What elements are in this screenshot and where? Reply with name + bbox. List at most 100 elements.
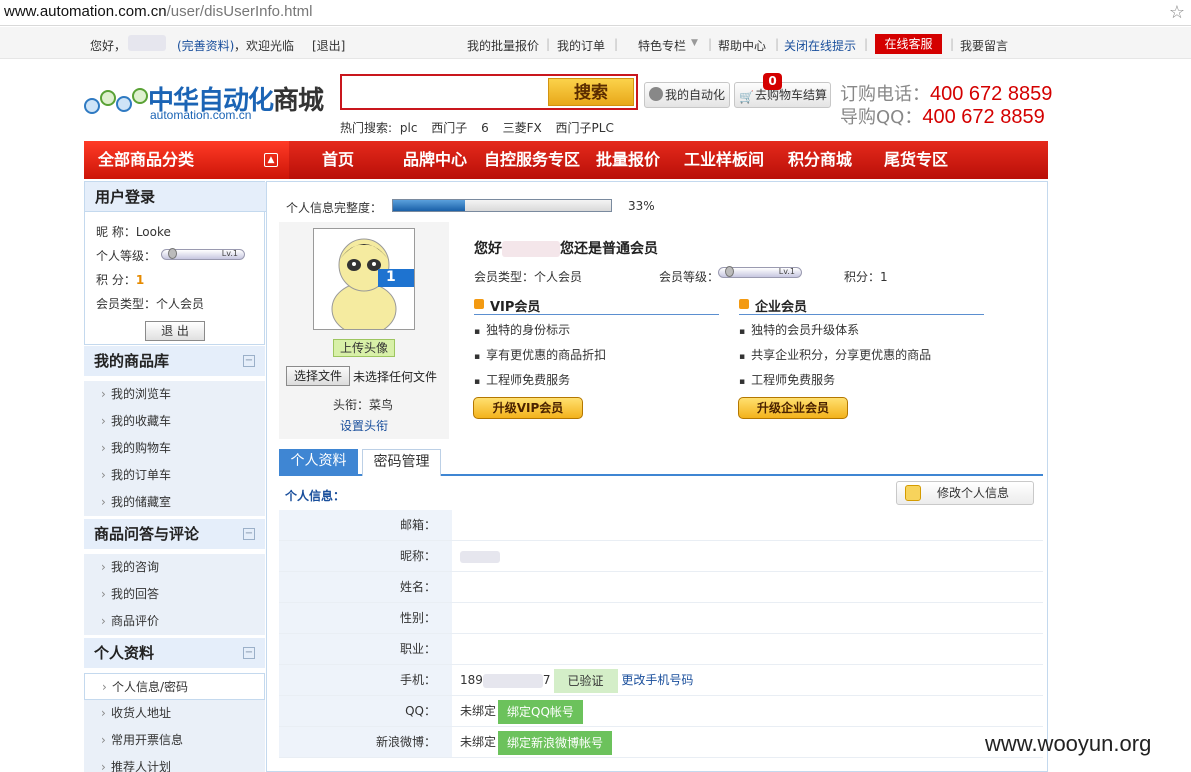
sidebar-item-order-cart[interactable]: 我的订单车	[84, 462, 265, 489]
nav-item-control-services[interactable]: 自控服务专区	[484, 141, 580, 179]
collapse-icon[interactable]: −	[243, 528, 255, 540]
collapse-icon[interactable]: −	[243, 355, 255, 367]
help-center-link[interactable]: 帮助中心	[718, 37, 766, 54]
separator: |	[864, 37, 869, 51]
info-row-email: 邮箱：	[279, 510, 1043, 541]
upgrade-enterprise-button[interactable]: 升级企业会员	[738, 397, 848, 419]
my-orders-link[interactable]: 我的订单	[557, 37, 605, 54]
url-domain: www.automation.com.cn	[4, 3, 167, 20]
sidebar-item-address[interactable]: 收货人地址	[84, 700, 265, 727]
set-title-link[interactable]: 设置头衔	[340, 417, 388, 434]
welcome-text: ，欢迎光临	[234, 39, 295, 53]
sidebar-item-favorites[interactable]: 我的收藏车	[84, 408, 265, 435]
tab-personal-info[interactable]: 个人资料	[279, 449, 358, 476]
bind-qq-button[interactable]: 绑定QQ帐号	[498, 699, 583, 724]
phone-number-start: 189	[460, 673, 483, 687]
close-online-tip-link[interactable]: 关闭在线提示	[784, 37, 856, 54]
member-level-label: 会员等级：	[659, 270, 720, 284]
guide-qq: 导购QQ：400 672 8859	[840, 103, 1045, 129]
cart-label: 去购物车结算	[755, 88, 828, 102]
sidebar-item-browse-cart[interactable]: 我的浏览车	[84, 381, 265, 408]
nav-item-brands[interactable]: 品牌中心	[403, 141, 467, 179]
chevron-up-icon[interactable]: ▲	[264, 153, 278, 167]
sidebar-item-reviews[interactable]: 商品评价	[84, 608, 265, 635]
sidebar-item-referral[interactable]: 推荐人计划	[84, 754, 265, 772]
sidebar-item-profile-password[interactable]: 个人信息/密码	[84, 673, 265, 701]
complete-profile-link[interactable]: (完善资料)	[177, 37, 234, 54]
username-redacted	[128, 35, 166, 54]
search-button[interactable]: 搜索	[548, 78, 634, 106]
order-phone-label: 订购电话：	[840, 84, 930, 105]
hot-search-item[interactable]: 西门子	[431, 121, 467, 135]
browser-address-bar[interactable]: www.automation.com.cn/user/disUserInfo.h…	[0, 0, 1191, 26]
leave-message-link[interactable]: 我要留言	[960, 37, 1008, 54]
edit-profile-button[interactable]: 修改个人信息	[896, 481, 1034, 505]
enterprise-benefit: 独特的会员升级体系	[739, 321, 859, 338]
sidebar-level-label: 个人等级：	[96, 249, 157, 263]
greeting: 您好，	[90, 39, 127, 53]
nav-item-clearance[interactable]: 尾货专区	[884, 141, 948, 179]
collapse-icon[interactable]: −	[243, 647, 255, 659]
choose-file-button[interactable]: 选择文件	[286, 366, 350, 386]
sidebar-item-shopping-cart[interactable]: 我的购物车	[84, 435, 265, 462]
bulk-quote-link[interactable]: 我的批量报价	[467, 37, 539, 54]
edit-icon	[905, 485, 921, 501]
personal-info-title: 个人信息：	[285, 489, 346, 503]
sidebar-item-invoice[interactable]: 常用开票信息	[84, 727, 265, 754]
sidebar-item-inquiries[interactable]: 我的咨询	[84, 554, 265, 581]
enterprise-section-title: 企业会员	[739, 296, 984, 315]
sidebar-member-type: 会员类型：个人会员	[96, 297, 205, 311]
logout-link[interactable]: [退出]	[312, 37, 345, 54]
main-nav: 全部商品分类 ▲ 首页 品牌中心 自控服务专区 批量报价 工业样板间 积分商城 尾…	[84, 141, 1048, 179]
sidebar-logout-button[interactable]: 退 出	[145, 321, 205, 341]
chevron-down-icon[interactable]: ▼	[691, 38, 698, 48]
nav-item-points-mall[interactable]: 积分商城	[788, 141, 852, 179]
member-type: 会员类型：个人会员	[474, 270, 583, 284]
cart-icon: 🛒	[739, 90, 754, 104]
tab-password[interactable]: 密码管理	[362, 449, 441, 476]
nav-item-home[interactable]: 首页	[322, 141, 354, 179]
hot-search-item[interactable]: plc	[400, 121, 418, 135]
guide-qq-number: 400 672 8859	[922, 106, 1045, 128]
info-row-name: 姓名：	[279, 572, 1043, 603]
arrow-right-icon	[474, 299, 484, 309]
avatar[interactable]: 1	[313, 228, 415, 330]
hot-search-item[interactable]: 西门子PLC	[556, 121, 614, 135]
upload-avatar-button[interactable]: 上传头像	[333, 339, 395, 357]
sidebar-item-answers[interactable]: 我的回答	[84, 581, 265, 608]
phone-value: 189 7 已验证 更改手机号码	[460, 665, 693, 695]
info-row-nickname: 昵称：	[279, 541, 1043, 572]
no-file-text: 未选择任何文件	[353, 370, 438, 384]
my-automation-button[interactable]: 我的自动化	[644, 82, 730, 108]
hot-search-item[interactable]: 三菱FX	[503, 121, 542, 135]
upgrade-vip-button[interactable]: 升级VIP会员	[473, 397, 583, 419]
change-phone-link[interactable]: 更改手机号码	[621, 673, 693, 687]
gender-label: 性别：	[279, 603, 452, 633]
completeness-label: 个人信息完整度：	[286, 201, 383, 215]
online-service-button[interactable]: 在线客服	[875, 34, 942, 54]
profile-tabs: 个人资料 密码管理	[279, 449, 1043, 476]
info-row-weibo: 新浪微博： 未绑定 绑定新浪微博帐号	[279, 727, 1043, 758]
site-logo[interactable]: 中华自动化商城 automation.com.cn	[84, 78, 329, 124]
search-input[interactable]	[344, 78, 548, 106]
nav-item-bulk-quote[interactable]: 批量报价	[596, 141, 660, 179]
vip-benefit: 工程师免费服务	[474, 371, 570, 388]
nav-item-showroom[interactable]: 工业样板间	[684, 141, 764, 179]
edit-profile-label: 修改个人信息	[937, 486, 1010, 500]
bookmark-star-icon[interactable]: ☆	[1169, 2, 1185, 23]
special-column-link[interactable]: 特色专栏	[638, 37, 686, 54]
bind-weibo-button[interactable]: 绑定新浪微博帐号	[498, 730, 613, 755]
url-text[interactable]: www.automation.com.cn/user/disUserInfo.h…	[4, 3, 312, 20]
info-row-qq: QQ： 未绑定 绑定QQ帐号	[279, 696, 1043, 727]
hot-search-item[interactable]: 6	[481, 121, 489, 135]
member-level-bar: Lv.1	[718, 266, 802, 278]
info-row-phone: 手机： 189 7 已验证 更改手机号码	[279, 665, 1043, 696]
cart-checkout-button[interactable]: 🛒 去购物车结算	[734, 82, 831, 108]
section-title-product-library: 我的商品库 −	[84, 346, 265, 376]
url-path: /user/disUserInfo.html	[166, 3, 313, 20]
phone-number-end: 7	[542, 673, 551, 687]
user-icon	[649, 87, 663, 101]
all-categories-menu[interactable]: 全部商品分类 ▲	[84, 141, 289, 179]
sidebar-item-storage[interactable]: 我的储藏室	[84, 489, 265, 516]
logo-mark-icon	[84, 84, 150, 120]
